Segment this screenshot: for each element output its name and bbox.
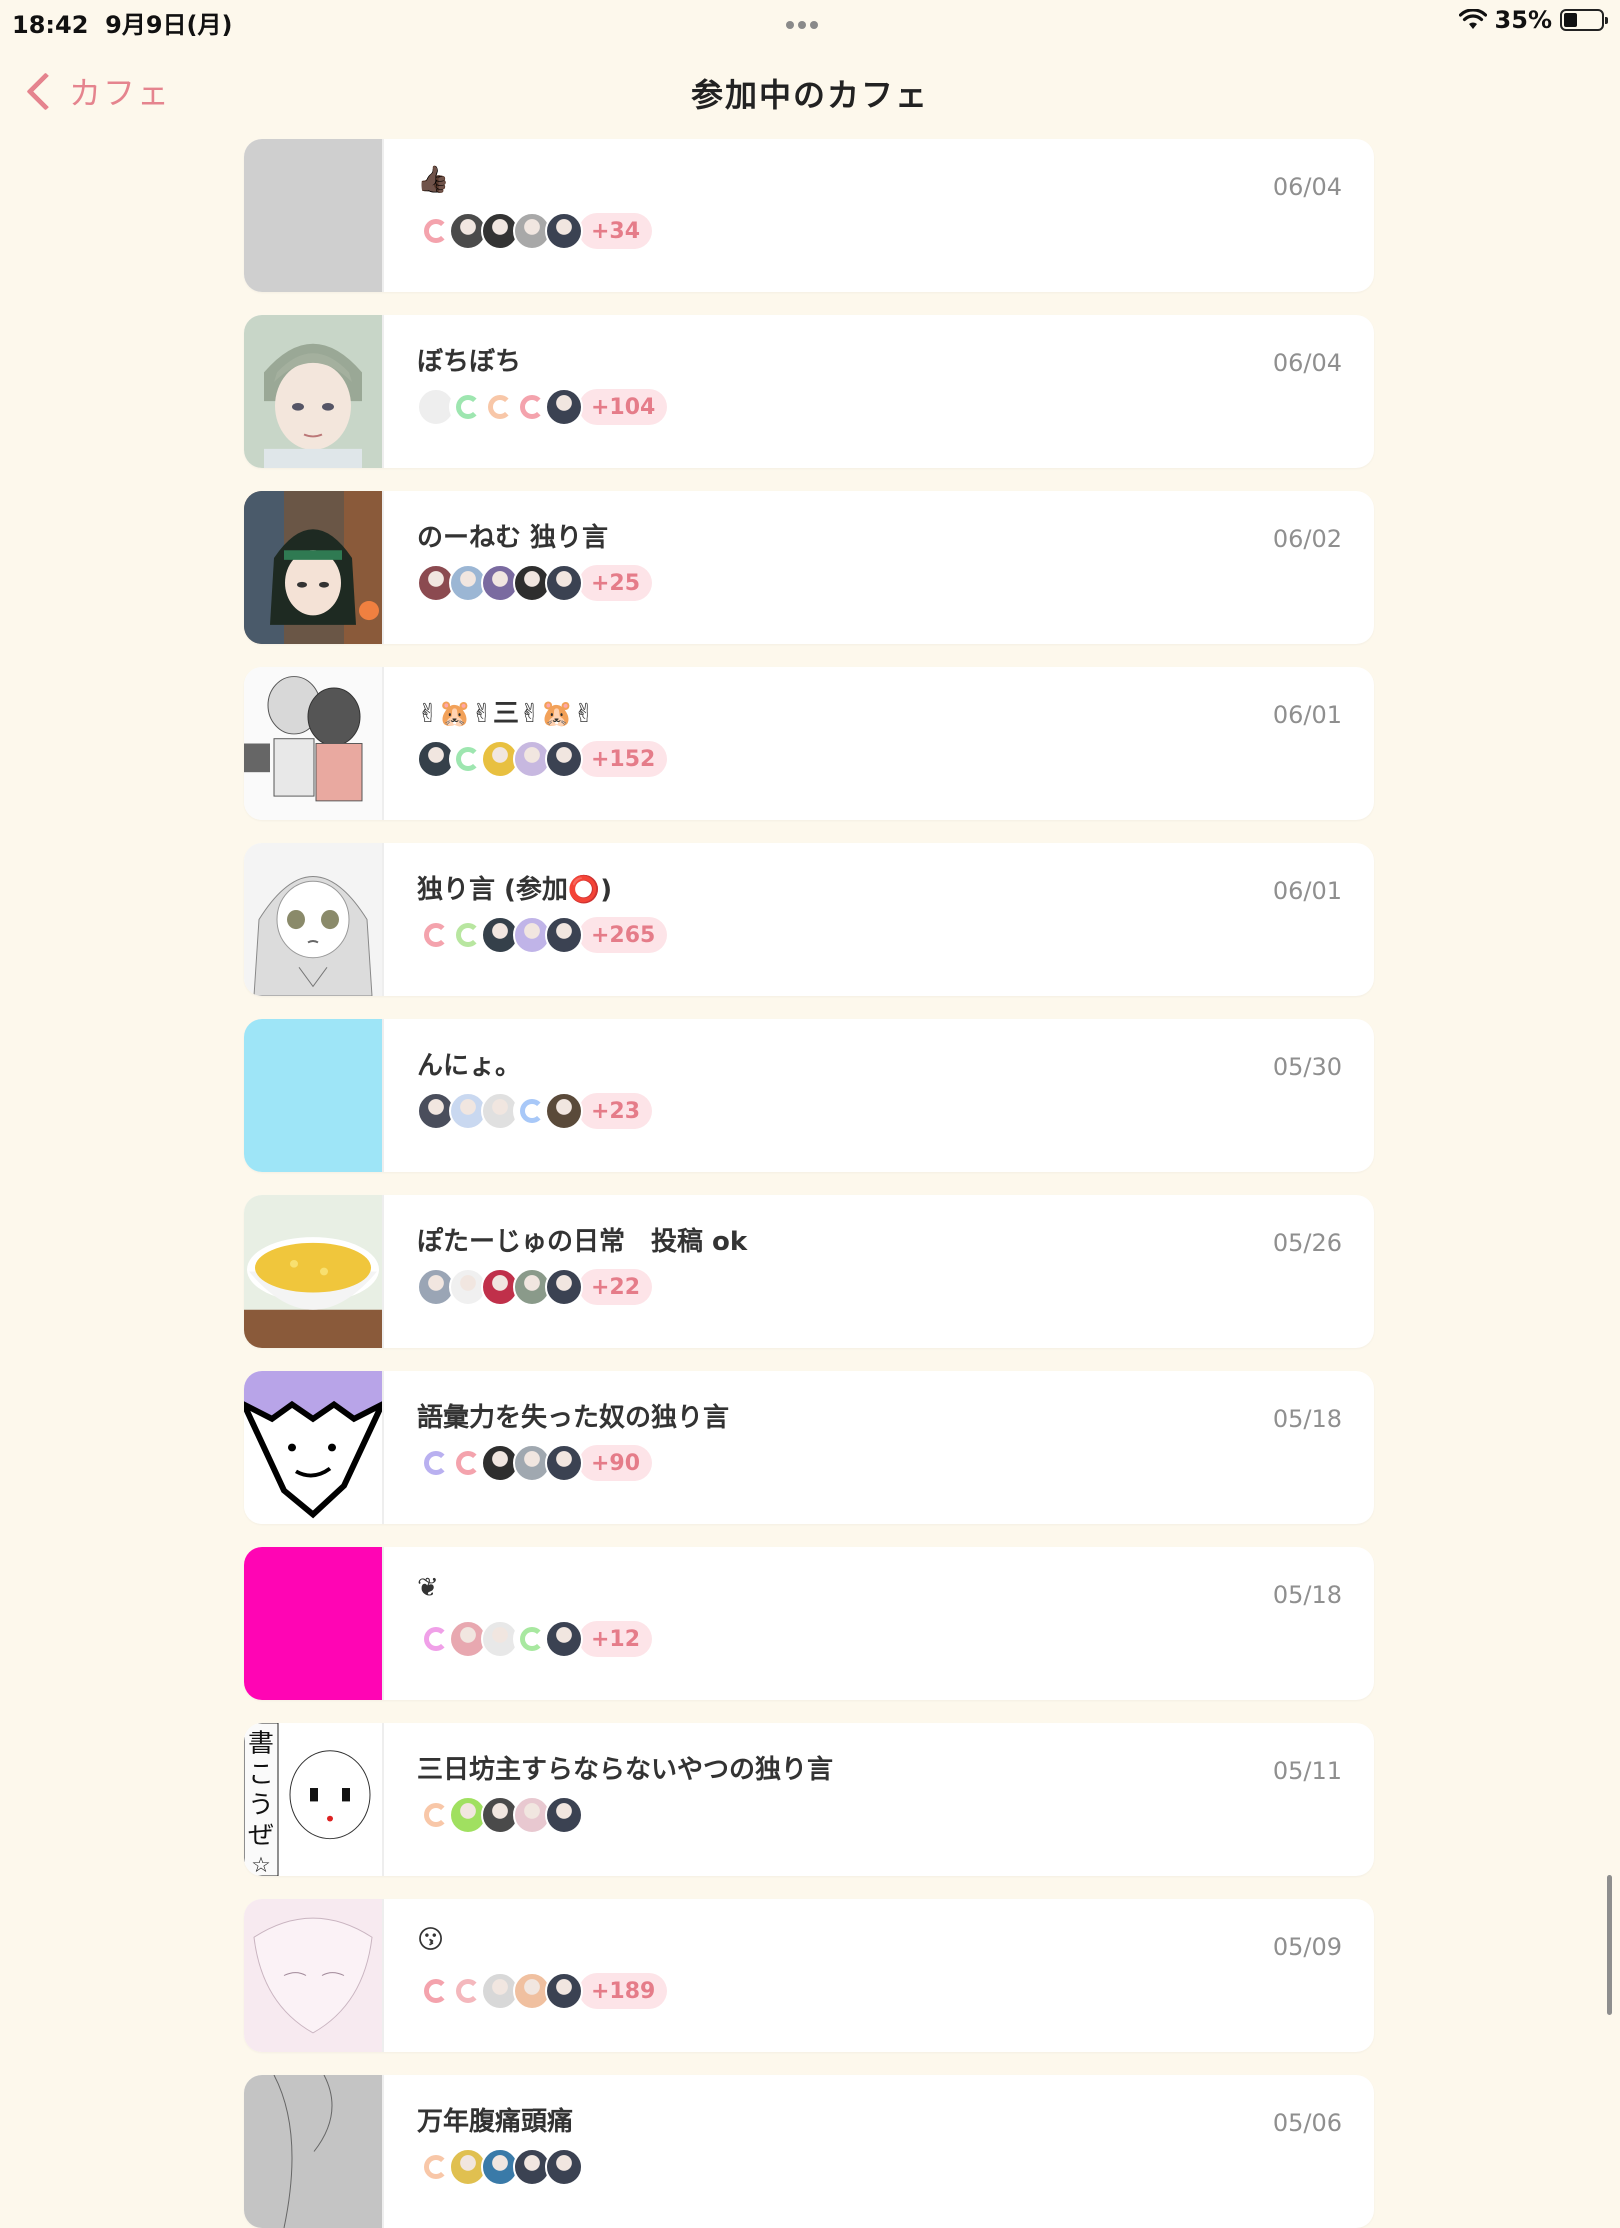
cafe-title: んにょ。 [417, 1051, 522, 1081]
avatar [545, 1796, 583, 1834]
cafe-date: 06/01 [1272, 701, 1342, 729]
wifi-icon [1458, 9, 1487, 29]
multitasking-dots-icon[interactable] [786, 14, 822, 33]
member-avatars: +104 [417, 387, 668, 427]
cafe-row[interactable]: 独り言 (参加⭕️) 06/01 +265 [244, 843, 1374, 996]
cafe-title: ✌🐹✌三✌🐹✌ [417, 699, 595, 729]
cafe-thumbnail [244, 667, 384, 820]
member-count-badge: +22 [579, 1269, 653, 1305]
cafe-date: 05/30 [1272, 1053, 1342, 1081]
cafe-title: ぼちぼち [417, 347, 522, 377]
member-avatars: +189 [417, 1971, 668, 2011]
cafe-thumbnail [244, 1547, 384, 1700]
member-count-badge: +152 [579, 741, 668, 777]
cafe-title: のーねむ 独り言 [417, 523, 609, 553]
status-bar: 18:42 9月9日(月) 35% [0, 0, 1620, 40]
member-avatars [417, 1795, 583, 1835]
member-count-badge: +34 [579, 213, 653, 249]
member-avatars: +90 [417, 1443, 653, 1483]
cafe-thumbnail [244, 1371, 384, 1524]
cafe-title: 万年腹痛頭痛 [417, 2107, 574, 2137]
member-count-badge: +189 [579, 1973, 668, 2009]
clock-date: 9月9日(月) [105, 11, 233, 39]
cafe-row[interactable]: 万年腹痛頭痛 05/06 [244, 2075, 1374, 2228]
cafe-date: 05/18 [1272, 1405, 1342, 1433]
cafe-thumbnail [244, 139, 384, 292]
cafe-title: 三日坊主すらならないやつの独り言 [417, 1755, 834, 1785]
navigation-bar: カフェ 参加中のカフェ [0, 46, 1620, 136]
member-count-badge: +265 [579, 917, 668, 953]
avatar [545, 1092, 583, 1130]
cafe-title: 語彙力を失った奴の独り言 [417, 1403, 730, 1433]
avatar [545, 2148, 583, 2186]
svg-text:ぜ: ぜ [248, 1820, 274, 1849]
cafe-date: 06/04 [1272, 349, 1342, 377]
cafe-row[interactable]: んにょ。 05/30 +23 [244, 1019, 1374, 1172]
avatar [545, 212, 583, 250]
cafe-date: 06/01 [1272, 877, 1342, 905]
member-count-badge: +90 [579, 1445, 653, 1481]
member-avatars [417, 2147, 583, 2187]
avatar [545, 916, 583, 954]
cafe-date: 05/26 [1272, 1229, 1342, 1257]
cafe-thumbnail [244, 1019, 384, 1172]
member-count-badge: +104 [579, 389, 668, 425]
cafe-thumbnail [244, 1195, 384, 1348]
cafe-date: 06/02 [1272, 525, 1342, 553]
member-avatars: +265 [417, 915, 668, 955]
cafe-date: 05/18 [1272, 1581, 1342, 1609]
member-avatars: +23 [417, 1091, 653, 1131]
member-avatars: +25 [417, 563, 653, 603]
member-avatars: +12 [417, 1619, 653, 1659]
svg-text:☆: ☆ [251, 1854, 271, 1876]
cafe-thumbnail: 書こうぜ ☆ [244, 1723, 384, 1876]
member-avatars: +34 [417, 211, 653, 251]
avatar [545, 1972, 583, 2010]
member-count-badge: +12 [579, 1621, 653, 1657]
cafe-row[interactable]: ぼちぼち 06/04 +104 [244, 315, 1374, 468]
member-avatars: +22 [417, 1267, 653, 1307]
clock-time: 18:42 [12, 11, 89, 39]
cafe-thumbnail [244, 2075, 384, 2228]
cafe-title: 独り言 (参加⭕️) [417, 875, 613, 905]
cafe-row[interactable]: のーねむ 独り言 06/02 +25 [244, 491, 1374, 644]
cafe-thumbnail [244, 315, 384, 468]
cafe-title: 😗 [417, 1925, 445, 1955]
status-time: 18:42 9月9日(月) [12, 5, 232, 40]
cafe-date: 05/11 [1272, 1757, 1342, 1785]
status-indicators: 35% [1458, 6, 1608, 34]
cafe-row[interactable]: 書こうぜ ☆ 三日坊主すらならないやつの独り言 05/11 [244, 1723, 1374, 1876]
cafe-title: ❦ [417, 1573, 439, 1603]
svg-text:こ: こ [248, 1759, 274, 1788]
cafe-row[interactable]: 👍🏿 06/04 +34 [244, 139, 1374, 292]
avatar [545, 564, 583, 602]
cafe-row[interactable]: 語彙力を失った奴の独り言 05/18 +90 [244, 1371, 1374, 1524]
avatar [545, 1620, 583, 1658]
cafe-row[interactable]: ぽたーじゅの日常 投稿 ok 05/26 +22 [244, 1195, 1374, 1348]
cafe-title: 👍🏿 [417, 165, 450, 195]
cafe-thumbnail [244, 843, 384, 996]
member-count-badge: +23 [579, 1093, 653, 1129]
avatar [545, 1444, 583, 1482]
member-count-badge: +25 [579, 565, 653, 601]
cafe-row[interactable]: ✌🐹✌三✌🐹✌ 06/01 +152 [244, 667, 1374, 820]
avatar [545, 1268, 583, 1306]
member-avatars: +152 [417, 739, 668, 779]
svg-text:書: 書 [248, 1728, 274, 1757]
cafe-date: 05/09 [1272, 1933, 1342, 1961]
battery-icon [1560, 9, 1608, 31]
cafe-thumbnail [244, 1899, 384, 2052]
cafe-date: 06/04 [1272, 173, 1342, 201]
battery-percent: 35% [1494, 6, 1552, 34]
cafe-title: ぽたーじゅの日常 投稿 ok [417, 1227, 748, 1257]
scrollbar[interactable] [1607, 1875, 1612, 2015]
cafe-row[interactable]: ❦ 05/18 +12 [244, 1547, 1374, 1700]
avatar [545, 388, 583, 426]
svg-text:う: う [248, 1789, 274, 1818]
cafe-thumbnail [244, 491, 384, 644]
cafe-row[interactable]: 😗 05/09 +189 [244, 1899, 1374, 2052]
cafe-date: 05/06 [1272, 2109, 1342, 2137]
avatar [545, 740, 583, 778]
page-title: 参加中のカフェ [690, 76, 929, 114]
